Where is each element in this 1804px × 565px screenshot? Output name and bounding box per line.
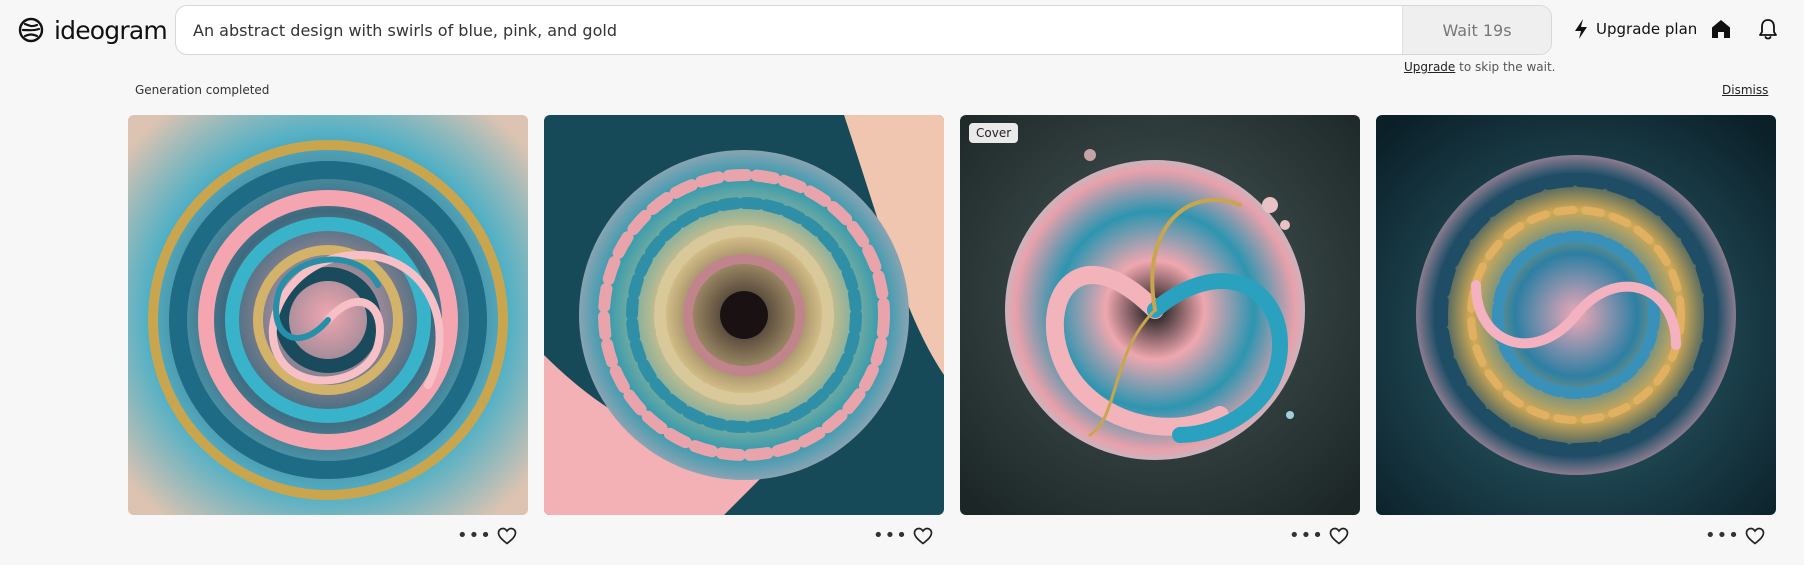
wait-button[interactable]: Wait 19s — [1402, 6, 1551, 54]
home-icon[interactable] — [1710, 18, 1732, 40]
image-4-actions: ••• — [1705, 527, 1765, 545]
swirl-artwork — [960, 115, 1360, 515]
generation-status: Generation completed — [135, 83, 270, 97]
heart-icon[interactable] — [913, 527, 933, 545]
upgrade-link[interactable]: Upgrade — [1404, 60, 1455, 74]
image-2-actions: ••• — [873, 527, 933, 545]
bell-icon[interactable] — [1757, 17, 1779, 41]
upgrade-plan-label: Upgrade plan — [1596, 20, 1698, 38]
more-options-icon[interactable]: ••• — [1705, 527, 1739, 545]
more-options-icon[interactable]: ••• — [873, 527, 907, 545]
top-bar: ideogram Wait 19s Upgrade plan — [0, 0, 1804, 62]
dismiss-link[interactable]: Dismiss — [1722, 83, 1768, 97]
result-image-3[interactable]: Cover — [960, 115, 1360, 515]
heart-icon[interactable] — [1329, 527, 1349, 545]
logo[interactable]: ideogram — [16, 15, 168, 45]
ideogram-logo-icon — [18, 17, 44, 43]
upgrade-note-text: to skip the wait. — [1455, 60, 1556, 74]
heart-icon[interactable] — [1745, 527, 1765, 545]
heart-icon[interactable] — [497, 527, 517, 545]
upgrade-plan-button[interactable]: Upgrade plan — [1572, 18, 1697, 40]
prompt-bar: Wait 19s — [175, 5, 1552, 55]
swirl-artwork — [544, 115, 944, 515]
result-image-1[interactable] — [128, 115, 528, 515]
result-image-2[interactable] — [544, 115, 944, 515]
image-3-actions: ••• — [1289, 527, 1349, 545]
brand-name: ideogram — [54, 15, 168, 45]
swirl-artwork — [128, 115, 528, 515]
more-options-icon[interactable]: ••• — [1289, 527, 1323, 545]
prompt-input[interactable] — [176, 6, 1401, 54]
cover-badge: Cover — [969, 123, 1019, 143]
image-1-actions: ••• — [457, 527, 517, 545]
upgrade-note: Upgrade to skip the wait. — [1404, 60, 1555, 74]
swirl-artwork — [1376, 115, 1776, 515]
result-image-4[interactable] — [1376, 115, 1776, 515]
bolt-icon — [1575, 19, 1587, 39]
more-options-icon[interactable]: ••• — [457, 527, 491, 545]
